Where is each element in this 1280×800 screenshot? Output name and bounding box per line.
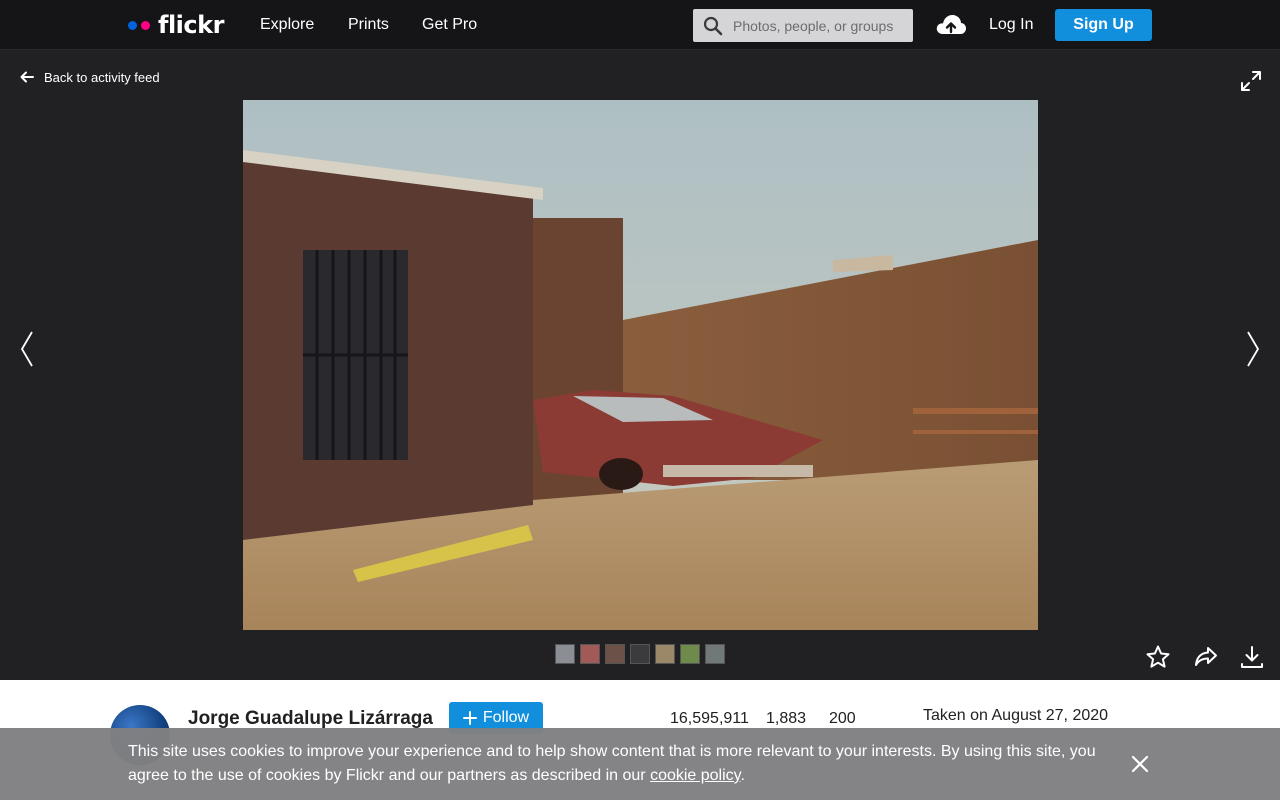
filmstrip-thumbnail[interactable] — [630, 644, 650, 664]
cookie-text: This site uses cookies to improve your e… — [128, 743, 1096, 784]
stat-views: 16,595,911 — [670, 710, 749, 727]
cookie-banner: This site uses cookies to improve your e… — [0, 728, 1280, 800]
cookie-policy-link[interactable]: cookie policy — [650, 767, 740, 784]
owner-name[interactable]: Jorge Guadalupe Lizárraga — [188, 708, 433, 730]
filmstrip-thumbnail[interactable] — [605, 644, 625, 664]
cookie-message: This site uses cookies to improve your e… — [128, 740, 1098, 788]
follow-label: Follow — [482, 709, 530, 726]
cookie-text-end: . — [740, 767, 745, 784]
logo-blue-dot — [128, 20, 137, 30]
signup-button[interactable]: Sign Up — [1055, 9, 1152, 41]
arrow-left-icon — [20, 71, 34, 83]
photo-filmstrip — [555, 644, 725, 664]
back-to-activity-feed[interactable]: Back to activity feed — [20, 67, 160, 87]
download-icon[interactable] — [1239, 644, 1265, 670]
filmstrip-thumbnail[interactable] — [705, 644, 725, 664]
search-box[interactable] — [693, 9, 913, 42]
main-photo[interactable] — [243, 100, 1038, 630]
top-navigation: flickr Explore Prints Get Pro Log In Sig… — [0, 0, 1280, 50]
nav-prints[interactable]: Prints — [348, 15, 389, 35]
filmstrip-thumbnail[interactable] — [680, 644, 700, 664]
taken-date: Taken on August 27, 2020 — [923, 707, 1109, 724]
login-link[interactable]: Log In — [989, 15, 1033, 35]
stat-faves: 1,883 — [766, 710, 807, 727]
fullscreen-expand-icon[interactable] — [1240, 70, 1262, 92]
nav-get-pro[interactable]: Get Pro — [422, 15, 477, 35]
back-label: Back to activity feed — [44, 69, 160, 85]
nav-explore[interactable]: Explore — [260, 15, 314, 35]
logo-wordmark: flickr — [158, 11, 224, 39]
stat-comments: 200 — [829, 710, 856, 727]
favorite-star-icon[interactable] — [1145, 644, 1171, 670]
search-icon[interactable] — [693, 9, 733, 42]
previous-photo-chevron-icon[interactable] — [19, 330, 35, 368]
filmstrip-thumbnail[interactable] — [555, 644, 575, 664]
plus-icon — [462, 711, 477, 725]
filmstrip-thumbnail[interactable] — [580, 644, 600, 664]
close-icon[interactable] — [1128, 752, 1152, 776]
logo-pink-dot — [141, 20, 150, 30]
search-input[interactable] — [733, 10, 903, 41]
share-arrow-icon[interactable] — [1193, 644, 1219, 670]
flickr-logo[interactable]: flickr — [128, 10, 224, 40]
upload-cloud-icon[interactable] — [935, 12, 967, 38]
filmstrip-thumbnail[interactable] — [655, 644, 675, 664]
next-photo-chevron-icon[interactable] — [1245, 330, 1261, 368]
